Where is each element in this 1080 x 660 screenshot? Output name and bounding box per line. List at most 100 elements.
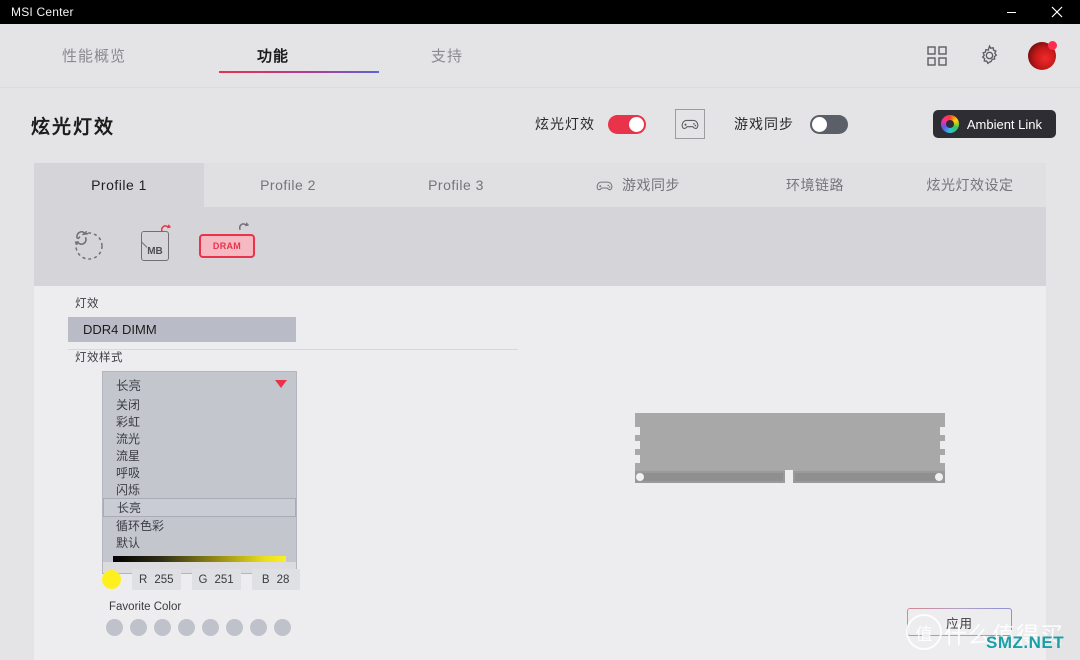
tab-label: 炫光灯效设定 [926, 177, 1014, 193]
tab-label: Profile 1 [91, 177, 147, 193]
toggle-knob [812, 116, 827, 132]
nav-tab-support[interactable]: 支持 [379, 24, 463, 87]
blue-channel-label: B [261, 573, 270, 586]
tab-label: 游戏同步 [622, 177, 680, 193]
effect-section-label: 灯效 [75, 298, 99, 310]
avatar[interactable] [1028, 40, 1057, 70]
favorite-color-swatch[interactable] [178, 619, 195, 636]
favorite-color-row [106, 619, 291, 636]
color-value-row: R 255 G 251 B 28 [102, 569, 300, 590]
dropdown-option-label: 默认 [116, 536, 141, 550]
dropdown-option[interactable]: 循环色彩 [103, 517, 296, 534]
sync-all-icon[interactable] [64, 221, 114, 271]
dropdown-option[interactable]: 呼吸 [103, 464, 296, 481]
dropdown-option-selected[interactable]: 长亮 [103, 498, 296, 517]
device-list-item-ddr4-dimm[interactable]: DDR4 DIMM [68, 317, 296, 342]
red-channel-value: 255 [154, 573, 174, 586]
device-selector-row: MB DRAM [34, 207, 1046, 286]
favorite-color-swatch[interactable] [154, 619, 171, 636]
gamepad-icon [596, 179, 613, 192]
current-color-swatch[interactable] [102, 570, 121, 589]
motherboard-icon[interactable]: MB [130, 221, 180, 271]
tab-profile-2[interactable]: Profile 2 [204, 163, 372, 207]
dram-icon[interactable]: DRAM [196, 221, 258, 271]
nav-tab-features[interactable]: 功能 [219, 24, 379, 87]
green-channel-label: G [198, 573, 208, 586]
favorite-color-swatch[interactable] [106, 619, 123, 636]
favorite-color-swatch[interactable] [274, 619, 291, 636]
dropdown-option-label: 关闭 [116, 398, 141, 412]
dropdown-selected-value: 长亮 [116, 378, 142, 393]
dropdown-option[interactable]: 默认 [103, 534, 296, 551]
effect-panel: 灯效 DDR4 DIMM 灯效样式 长亮 关闭 彩虹 流光 流星 呼吸 闪烁 长… [34, 286, 1046, 660]
window-title: MSI Center [11, 5, 74, 19]
sync-arrow-icon [236, 221, 260, 238]
game-sync-toggle[interactable] [810, 114, 848, 134]
dropdown-option-label: 流星 [116, 449, 141, 463]
ambient-link-label: Ambient Link [966, 116, 1042, 132]
favorite-color-swatch[interactable] [130, 619, 147, 636]
red-channel-field[interactable]: R 255 [132, 569, 181, 590]
tab-mystic-light-settings[interactable]: 炫光灯效设定 [894, 163, 1046, 207]
tab-profile-1[interactable]: Profile 1 [34, 163, 204, 207]
dropdown-option[interactable]: 闪烁 [103, 481, 296, 498]
page-header: 炫光灯效 炫光灯效 游戏同步 Ambient Link [0, 88, 1080, 160]
dropdown-option-label: 彩虹 [116, 415, 141, 429]
device-list-item-label: DDR4 DIMM [83, 322, 157, 337]
apply-button[interactable]: 应用 [907, 608, 1012, 636]
game-sync-toggle-label: 游戏同步 [734, 116, 794, 132]
minimize-button[interactable] [989, 0, 1034, 24]
toggle-knob [629, 116, 644, 132]
blue-channel-value: 28 [276, 573, 290, 586]
dropdown-option-label: 循环色彩 [116, 519, 165, 533]
effect-style-label: 灯效样式 [75, 352, 123, 364]
gamepad-icon[interactable] [675, 109, 705, 139]
msi-center-window: MSI Center 性能概览 功能 支持 炫光灯效 炫光灯效 游戏同步 Amb… [0, 0, 1080, 660]
tab-profile-3[interactable]: Profile 3 [372, 163, 540, 207]
blue-channel-field[interactable]: B 28 [251, 569, 300, 590]
nav-tab-performance[interactable]: 性能概览 [62, 24, 219, 87]
favorite-color-swatch[interactable] [250, 619, 267, 636]
favorite-color-label: Favorite Color [109, 601, 182, 613]
dropdown-option[interactable]: 流光 [103, 430, 296, 447]
motherboard-chip: MB [141, 231, 169, 261]
nav-tab-label: 支持 [431, 48, 464, 65]
close-button[interactable] [1034, 0, 1080, 24]
ambient-link-button[interactable]: Ambient Link [932, 110, 1056, 138]
gear-icon[interactable] [976, 43, 1002, 69]
ambient-link-logo-icon [940, 115, 959, 133]
effect-style-dropdown[interactable]: 长亮 关闭 彩虹 流光 流星 呼吸 闪烁 长亮 循环色彩 默认 [102, 371, 297, 574]
chevron-down-icon [275, 380, 287, 388]
apps-grid-icon[interactable] [924, 43, 950, 69]
dropdown-option-label: 长亮 [117, 501, 142, 515]
tab-game-sync[interactable]: 游戏同步 [540, 163, 736, 207]
apply-button-label: 应用 [945, 616, 973, 631]
profile-tab-strip: Profile 1 Profile 2 Profile 3 游戏同步 环境链路 … [34, 163, 1046, 207]
mystic-light-toggle-label: 炫光灯效 [535, 116, 595, 132]
dropdown-header[interactable]: 长亮 [103, 372, 296, 396]
dropdown-option-label: 闪烁 [116, 483, 141, 497]
ddr4-dimm-illustration [635, 413, 945, 486]
page-title: 炫光灯效 [31, 117, 116, 138]
dram-label: DRAM [212, 241, 242, 251]
motherboard-label: MB [147, 246, 163, 257]
nav-tab-label: 功能 [257, 48, 290, 65]
active-tab-underline [219, 71, 379, 73]
tab-ambient-link[interactable]: 环境链路 [736, 163, 894, 207]
green-channel-field[interactable]: G 251 [191, 569, 241, 590]
device-list: MB DRAM [64, 221, 258, 271]
window-controls [989, 0, 1080, 24]
favorite-color-swatch[interactable] [202, 619, 219, 636]
green-channel-value: 251 [214, 573, 234, 586]
mystic-light-toggle[interactable] [608, 114, 646, 134]
dropdown-option[interactable]: 流星 [103, 447, 296, 464]
nav-icon-group [924, 24, 1057, 87]
dropdown-option-list: 关闭 彩虹 流光 流星 呼吸 闪烁 长亮 循环色彩 默认 [103, 396, 296, 553]
dropdown-option[interactable]: 彩虹 [103, 413, 296, 430]
tab-label: Profile 3 [428, 177, 484, 193]
dropdown-option-label: 流光 [116, 432, 141, 446]
top-navigation: 性能概览 功能 支持 [0, 24, 1080, 88]
nav-tab-label: 性能概览 [62, 48, 127, 65]
dropdown-option[interactable]: 关闭 [103, 396, 296, 413]
favorite-color-swatch[interactable] [226, 619, 243, 636]
